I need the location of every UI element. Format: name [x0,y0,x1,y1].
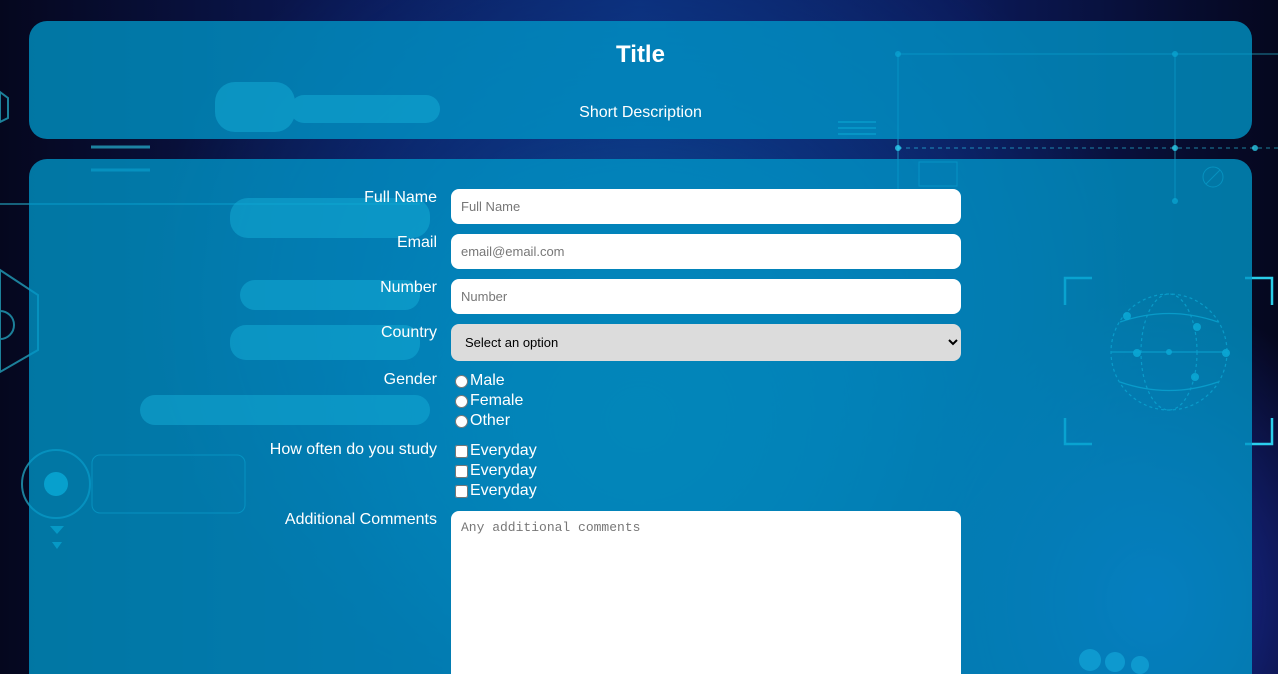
study-checkbox-2[interactable] [455,464,468,478]
gender-option-label: Male [470,372,505,389]
study-checkbox-3[interactable] [455,484,468,498]
page-description: Short Description [579,104,702,121]
study-option-label: Everyday [470,462,537,479]
comments-label: Additional Comments [284,511,437,528]
full-name-label: Full Name [364,189,437,206]
country-label: Country [380,324,437,341]
gender-option-other[interactable]: Other [451,411,523,431]
study-checkbox-group: Everyday Everyday Everyday [451,441,537,501]
gender-option-male[interactable]: Male [451,371,523,391]
survey-form: Full Name Email Number Country Select an… [29,159,1252,674]
gender-label: Gender [383,371,437,388]
full-name-input[interactable] [451,189,961,224]
study-option-3[interactable]: Everyday [451,481,537,501]
comments-textarea[interactable] [451,511,961,674]
gender-option-female[interactable]: Female [451,391,523,411]
email-label: Email [396,234,437,251]
country-select[interactable]: Select an option [451,324,961,361]
number-input[interactable] [451,279,961,314]
gender-radio-group: Male Female Other [451,371,523,431]
gender-option-label: Other [470,412,511,429]
gender-radio-other[interactable] [455,414,468,428]
gender-option-label: Female [470,392,524,409]
gender-radio-male[interactable] [455,374,468,388]
study-option-1[interactable]: Everyday [451,441,537,461]
study-option-label: Everyday [470,482,537,499]
email-input[interactable] [451,234,961,269]
study-label: How often do you study [269,441,437,458]
header-panel: Title Short Description [29,21,1252,139]
number-label: Number [380,279,437,296]
study-checkbox-1[interactable] [455,444,468,458]
gender-radio-female[interactable] [455,394,468,408]
page-title: Title [616,41,665,68]
study-option-2[interactable]: Everyday [451,461,537,481]
study-option-label: Everyday [470,442,537,459]
